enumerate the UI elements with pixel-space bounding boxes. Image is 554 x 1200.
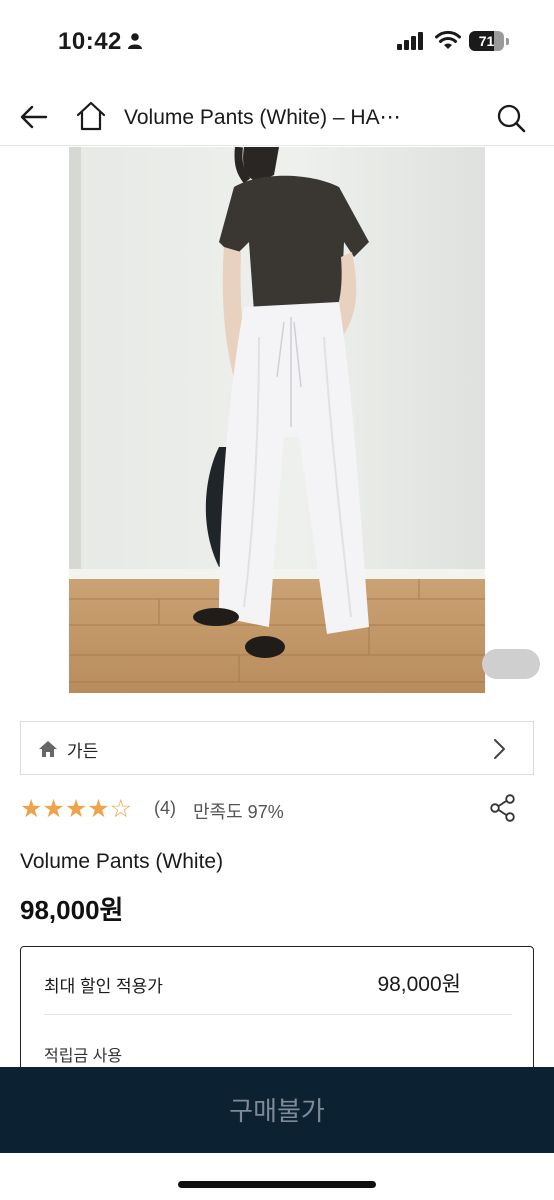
points-usage-label[interactable]: 적립금 사용 <box>44 1042 122 1066</box>
battery-tip <box>506 38 509 45</box>
max-discount-value: 98,000원 <box>377 973 461 996</box>
price-info-box: 최대 할인 적용가 98,000원 적립금 사용 <box>20 946 534 1076</box>
person-icon <box>128 33 142 49</box>
purchase-bar[interactable]: 구매불가 <box>0 1067 554 1153</box>
brand-home-icon <box>39 741 57 757</box>
brand-name: 가든 <box>67 742 99 761</box>
product-image[interactable] <box>69 147 485 693</box>
cellular-signal-icon <box>397 32 423 50</box>
status-bar: 10:42 71 <box>0 0 554 84</box>
wifi-icon <box>435 30 461 49</box>
status-time: 10:42 <box>58 28 122 55</box>
home-indicator[interactable] <box>178 1181 376 1188</box>
image-pager-indicator[interactable] <box>482 649 540 679</box>
satisfaction-rate: 만족도 97% <box>193 802 284 822</box>
review-count[interactable]: (4) <box>154 798 176 819</box>
battery-percent: 71 <box>478 33 495 49</box>
home-icon[interactable] <box>75 100 107 132</box>
brand-row[interactable]: 가든 <box>20 721 534 775</box>
nav-bar: Volume Pants (White) – HA⋯ <box>0 86 554 146</box>
star-rating[interactable]: ★★★★☆ <box>20 794 132 824</box>
rating-row: ★★★★☆ (4) 만족도 97% <box>20 794 534 824</box>
purchase-unavailable-button[interactable]: 구매불가 <box>0 1091 554 1128</box>
divider <box>44 1014 512 1015</box>
max-discount-label: 최대 할인 적용가 <box>44 977 163 996</box>
search-icon[interactable] <box>495 102 527 134</box>
battery-indicator: 71 <box>469 31 509 51</box>
product-name: Volume Pants (White) <box>20 850 224 873</box>
product-price: 98,000원 <box>20 895 124 925</box>
chevron-right-icon <box>494 739 505 759</box>
page-title: Volume Pants (White) – HA⋯ <box>124 106 401 129</box>
share-icon[interactable] <box>489 794 517 822</box>
back-arrow-icon[interactable] <box>18 101 50 133</box>
